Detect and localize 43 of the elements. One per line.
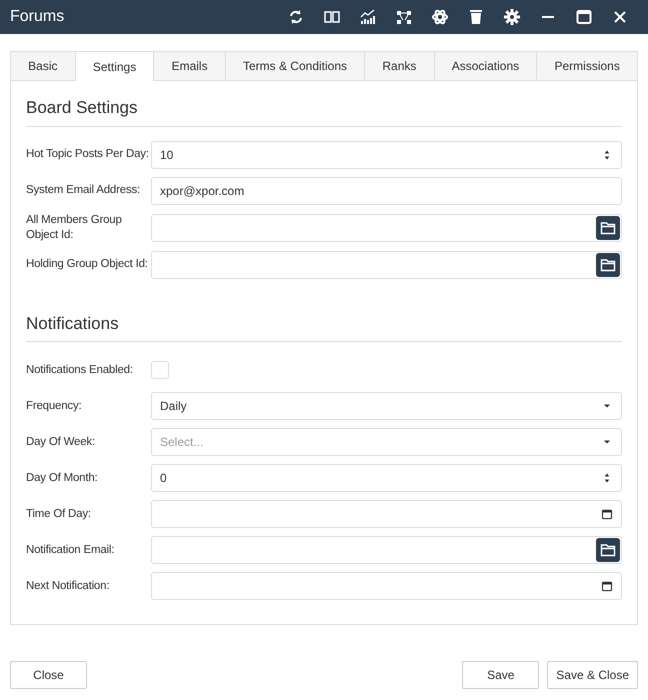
field-label: Notifications Enabled:	[26, 362, 134, 378]
date-field[interactable]	[151, 500, 622, 528]
checkbox[interactable]	[151, 361, 169, 379]
number-field[interactable]: 0	[151, 464, 622, 492]
footer-button[interactable]: Save & Close	[547, 661, 638, 689]
maximize-icon[interactable]	[576, 9, 592, 25]
field-label: Day Of Month:	[26, 470, 99, 486]
tab[interactable]: Settings	[76, 52, 154, 81]
refresh-icon[interactable]	[288, 9, 304, 25]
field-label: Holding Group Object Id:	[26, 257, 149, 272]
calendar-icon[interactable]	[601, 508, 613, 520]
lookup-field[interactable]	[151, 536, 622, 564]
dropdown[interactable]: Daily	[151, 392, 622, 420]
book-icon[interactable]	[324, 9, 340, 25]
close-icon[interactable]	[612, 9, 628, 25]
field-label: All Members Group Object Id:	[26, 212, 123, 242]
input-field[interactable]: xpor@xpor.com	[151, 176, 622, 204]
nodes-icon[interactable]	[396, 9, 412, 25]
field-label: System Email Address:	[26, 183, 142, 198]
field-label: Next Notification:	[26, 578, 110, 594]
section-heading: Board Settings	[26, 81, 622, 126]
field-label: Frequency:	[26, 398, 83, 414]
calendar-icon[interactable]	[601, 580, 613, 592]
field-label: Hot Topic Posts Per Day:	[26, 147, 150, 162]
window-title: Forums	[10, 7, 66, 27]
trash-icon[interactable]	[468, 9, 484, 25]
lookup-field[interactable]	[151, 250, 622, 278]
settings-icon[interactable]	[504, 9, 520, 25]
field-label: Day Of Week:	[26, 434, 96, 450]
field-label: Notification Email:	[26, 542, 116, 558]
number-field[interactable]: 10	[151, 140, 622, 168]
date-field[interactable]	[151, 572, 622, 600]
dropdown[interactable]: Select...	[151, 428, 622, 456]
atom-icon[interactable]	[432, 9, 448, 25]
folder-icon[interactable]	[600, 256, 616, 272]
section-heading: Notifications	[26, 296, 622, 342]
chart-icon[interactable]	[360, 9, 376, 25]
folder-icon[interactable]	[600, 220, 616, 236]
lookup-field[interactable]	[151, 214, 622, 242]
field-label: Time Of Day:	[26, 506, 92, 522]
footer-button[interactable]: Close	[10, 661, 87, 689]
folder-icon[interactable]	[600, 542, 616, 558]
footer-button[interactable]: Save	[462, 661, 540, 689]
